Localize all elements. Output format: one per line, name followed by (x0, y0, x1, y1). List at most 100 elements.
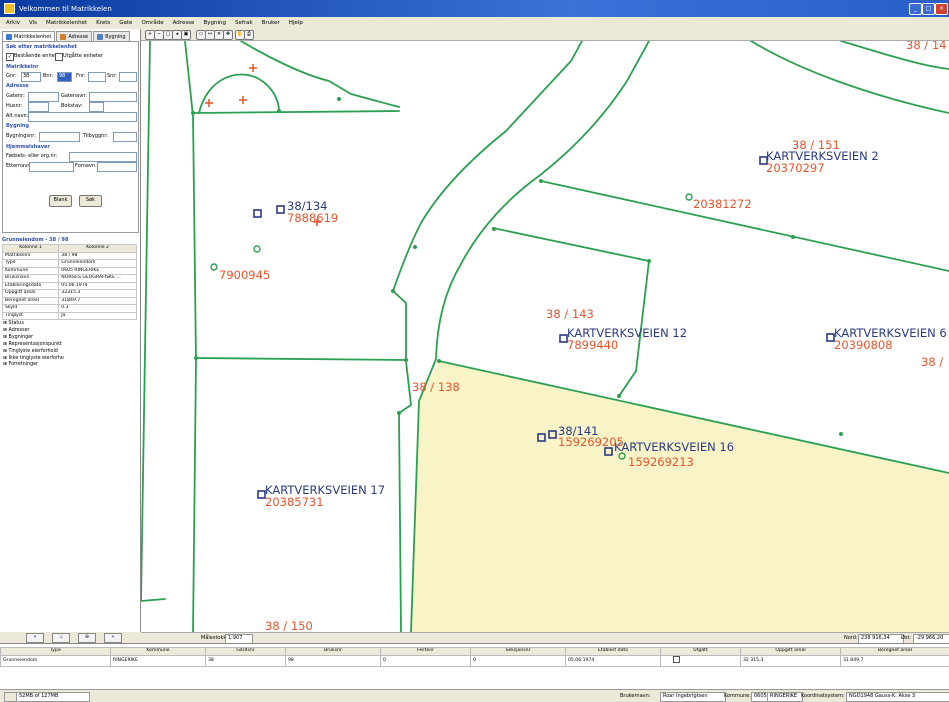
snr-input[interactable] (119, 72, 137, 82)
map-toolbar: + − □ ◂ ▣ ▭ ↔ ✕ ✥ ✋ ⎙ (141, 29, 949, 41)
parcel-boundary (540, 180, 949, 272)
coordsys-label: Koordinatsystem: (801, 693, 845, 699)
property-value: Ja (58, 311, 137, 320)
menu-adresse[interactable]: Adresse (173, 20, 195, 26)
column-header[interactable]: Festenr (380, 647, 471, 656)
fodsels-input[interactable] (69, 152, 137, 162)
parcel-label: 38 / 14 (906, 41, 946, 52)
tree-node[interactable]: ⊞ Forretninger (3, 362, 64, 369)
building-point-icon (559, 334, 568, 343)
blank-button[interactable]: Blank (49, 195, 72, 207)
tilbygg-input[interactable] (113, 132, 137, 142)
close-icon[interactable]: × (935, 3, 948, 15)
building-point-icon (253, 209, 262, 218)
parcel-boundary (141, 41, 166, 602)
id-label: 7888619 (287, 211, 338, 225)
ost-label: Øst: (901, 635, 912, 641)
etternavn-input[interactable] (29, 162, 74, 172)
property-row[interactable]: Type Grunneiendom (1, 259, 137, 268)
altnavn-input[interactable] (28, 112, 137, 122)
property-row[interactable]: Beregnet areal 31849.7 (1, 296, 137, 305)
property-value: 32315.3 (58, 289, 137, 298)
address-point-icon (253, 245, 261, 253)
bokstav-input[interactable] (89, 102, 104, 112)
property-row[interactable]: Bruksnavn NORGES GEOGRAFISKE ... (1, 274, 137, 283)
menu-arkiv[interactable]: Arkiv (6, 20, 20, 26)
map-canvas[interactable]: 38 / 14 38 / 151 38 / 143 38 / 138 38 / … (141, 41, 949, 632)
property-row[interactable]: Etableringsdato 05.06.1974 (1, 281, 137, 290)
gatenavn-input[interactable] (89, 92, 137, 102)
column-header[interactable]: Oppgitt areal (740, 647, 841, 656)
menu-vis[interactable]: Vis (29, 20, 37, 26)
tree-label: Ikke tinglyste eierforho (8, 355, 64, 361)
result-table: Type Kommune Gårdsnr Bruksnr Festenr Seksjons… (0, 647, 949, 667)
husnr-input[interactable] (28, 102, 49, 112)
kommune-label: Kommune: (724, 693, 751, 699)
tree-node[interactable]: ⊞ Adresser (3, 328, 64, 335)
gatenr-label: Gatenr: (6, 93, 25, 99)
tree-node[interactable]: ⊞ Status (3, 321, 64, 328)
tree-node[interactable]: ⊞ Representasjonspunkt (3, 342, 64, 349)
minimize-icon[interactable]: _ (909, 3, 922, 15)
id-label: 7900945 (219, 268, 270, 282)
column-header[interactable]: Beregnet areal (840, 647, 949, 656)
menu-bygning[interactable]: Bygning (203, 20, 226, 26)
search-button[interactable]: Søk (79, 195, 102, 207)
menu-hjelp[interactable]: Hjelp (289, 20, 303, 26)
prev-button[interactable]: « (26, 633, 44, 643)
matrikkel-heading: Matrikkelnr (6, 64, 39, 70)
id-label: 20385731 (265, 495, 324, 509)
bnr-label: Bnr: (43, 73, 54, 79)
parcel-boundary (240, 41, 400, 108)
menu-matrikkelenhet[interactable]: Matrikkelenhet (46, 20, 87, 26)
bygning-heading: Bygning (6, 123, 30, 129)
maximize-icon[interactable]: □ (922, 3, 935, 15)
menu-bruker[interactable]: Bruker (262, 20, 280, 26)
address-point-icon (685, 193, 693, 201)
building-icon (97, 34, 104, 40)
vertex (194, 356, 198, 360)
bygningsnr-input[interactable] (39, 132, 80, 142)
first-button[interactable]: ⊥ (52, 633, 70, 643)
full-extent-icon[interactable]: ▣ (181, 30, 191, 40)
parcel-boundary (192, 110, 400, 114)
bnr-input[interactable]: 98 (57, 72, 72, 82)
property-row[interactable]: Oppgitt areal 32315.3 (1, 289, 137, 298)
vertex (413, 245, 417, 249)
gatenr-input[interactable] (28, 92, 59, 102)
fornavn-input[interactable] (97, 162, 137, 172)
property-key: Matrikkelnr (1, 251, 60, 260)
utgatt-checkbox[interactable] (673, 656, 680, 663)
print-icon[interactable]: ⎙ (244, 30, 254, 40)
expired-checkbox[interactable] (55, 53, 63, 61)
gnr-input[interactable]: 38 (21, 72, 41, 82)
tree-node[interactable]: ⊞ Bygninger (3, 335, 64, 342)
coordsys-value: NGO1948 Gauss-K. Akse 3 (846, 692, 949, 702)
column-header: Kolonne 1 (1, 244, 60, 253)
column-header[interactable]: Kommune (110, 647, 206, 656)
tree-node[interactable]: ⊞ Tinglyste eierforhold (3, 349, 64, 356)
property-row[interactable]: Matrikkelnr 38 / 98 (1, 251, 137, 260)
existing-checkbox[interactable]: ✓ (6, 53, 14, 61)
property-row[interactable]: Tinglyst Ja (1, 311, 137, 320)
column-header: Kolonne 2 (58, 244, 137, 253)
table-row[interactable]: Grunneiendom RINGERIKE 38 98 0 0 05.06.1974 32 … (0, 654, 949, 667)
column-header[interactable]: Seksjonsnr (470, 647, 566, 656)
column-header[interactable]: Etablert dato (565, 647, 661, 656)
property-row[interactable]: Skyld 0.3 (1, 304, 137, 313)
column-header[interactable]: Bruksnr (285, 647, 381, 656)
column-header[interactable]: Utgått (660, 647, 741, 656)
column-header[interactable]: Type (0, 647, 111, 656)
property-row[interactable]: Kommune 0605 RINGERIKE (1, 266, 137, 275)
fnr-input[interactable] (88, 72, 106, 82)
locate-button[interactable]: ⊕ (78, 633, 96, 643)
menu-krets[interactable]: Krets (96, 20, 110, 26)
column-header[interactable]: Gårdsnr (205, 647, 286, 656)
move-icon[interactable]: ✥ (223, 30, 233, 40)
id-label: 7899440 (567, 338, 618, 352)
menu-omrade[interactable]: Område (141, 20, 163, 26)
menu-sefrak[interactable]: Sefrak (235, 20, 253, 26)
adresse-heading: Adresse (6, 83, 29, 89)
next-button[interactable]: » (104, 633, 122, 643)
menu-gate[interactable]: Gate (119, 20, 132, 26)
